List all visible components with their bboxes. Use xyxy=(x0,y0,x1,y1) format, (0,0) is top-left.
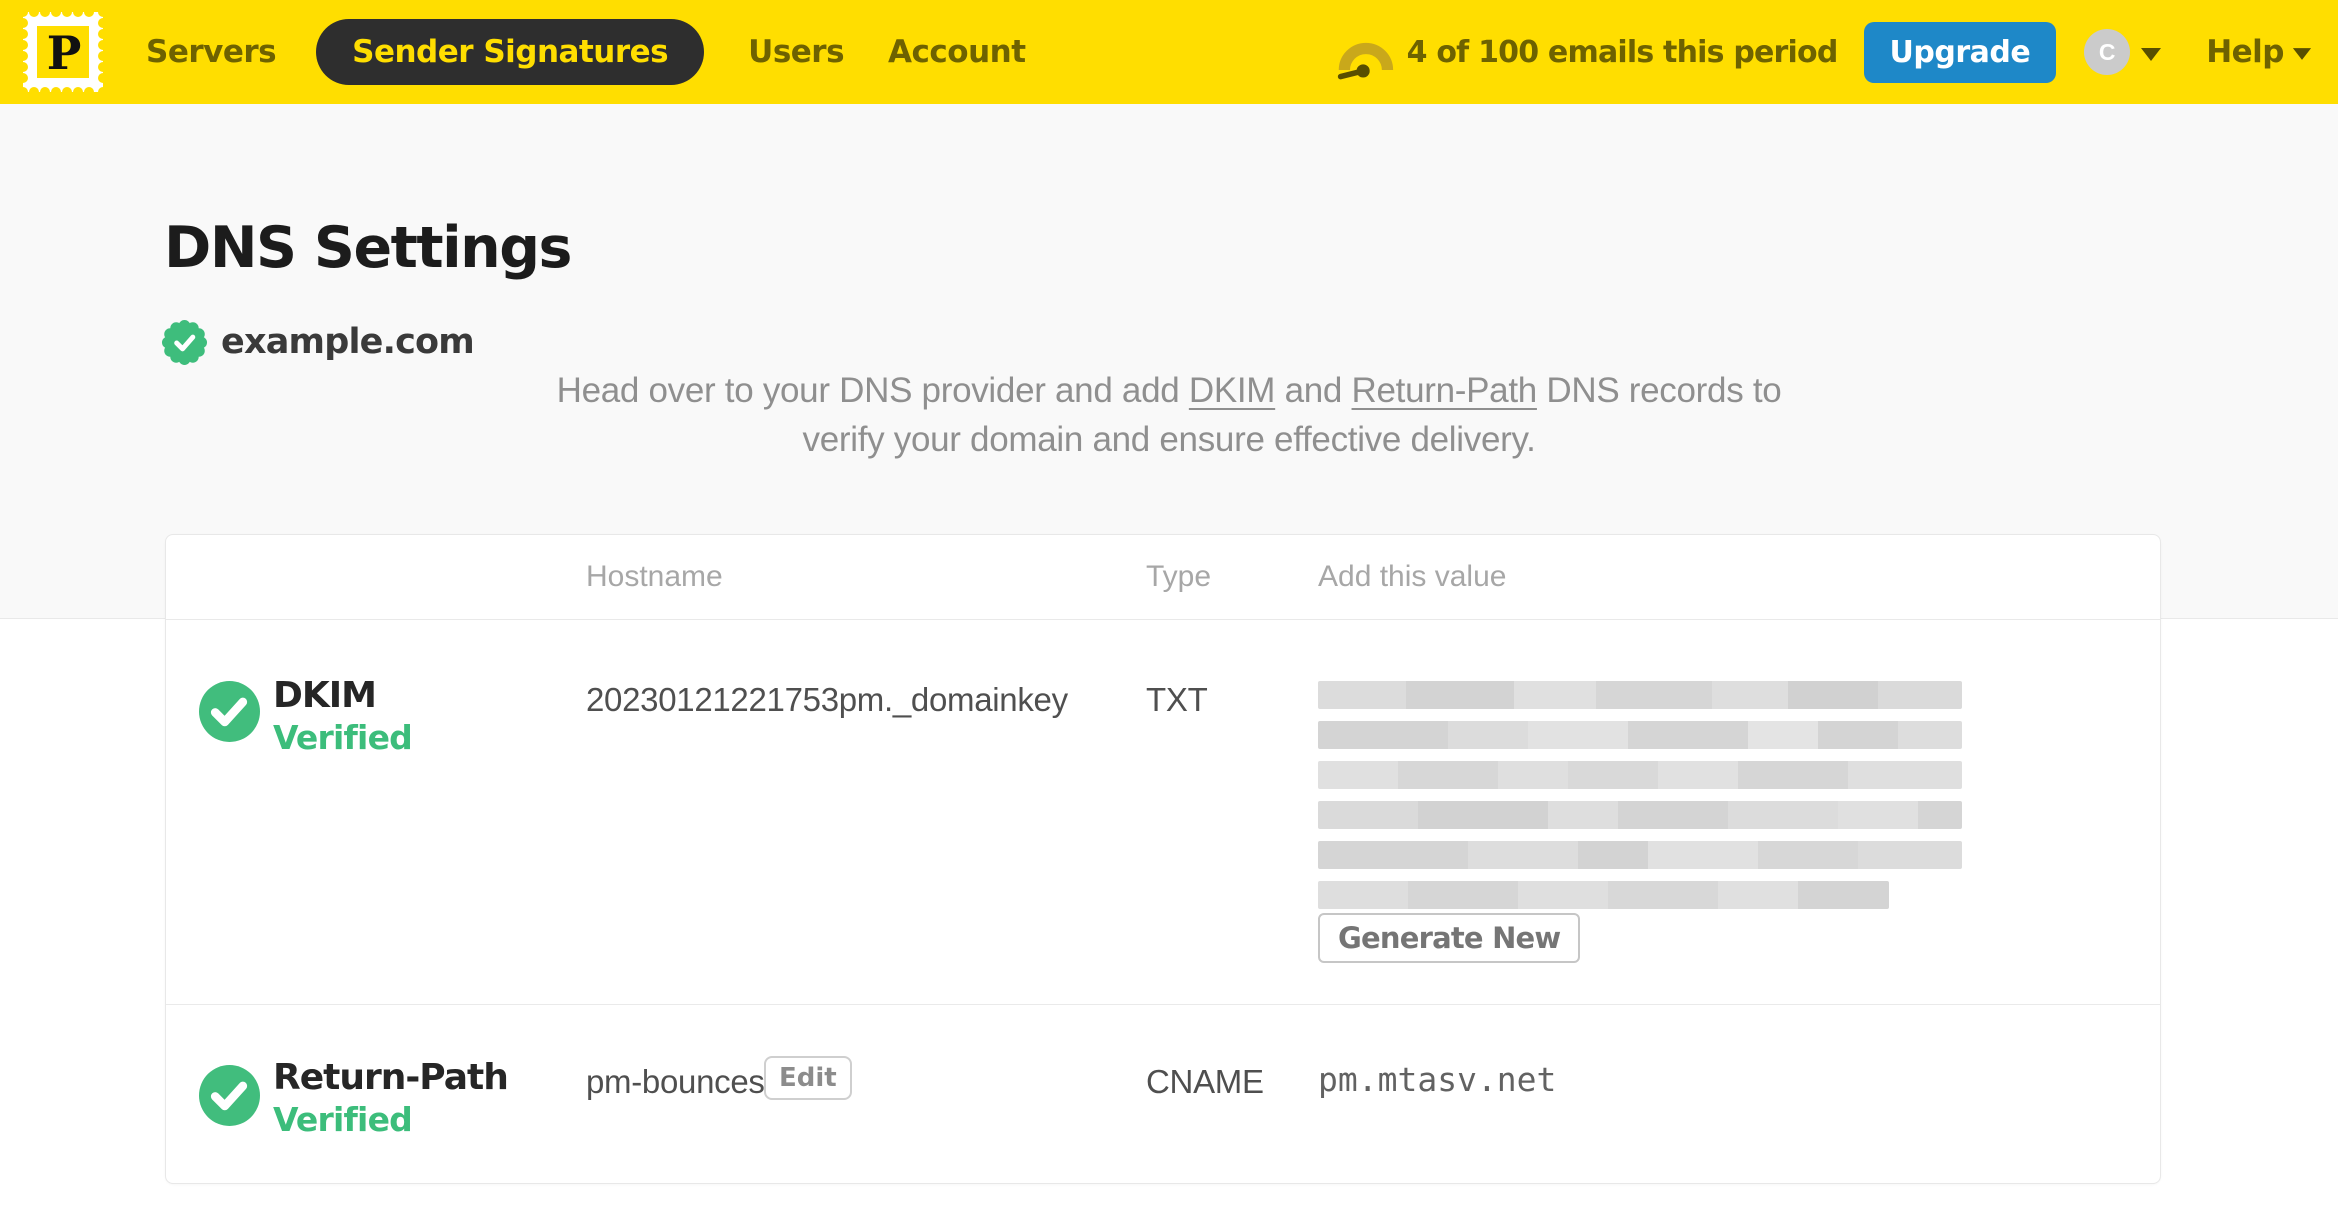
record-name: DKIM xyxy=(273,675,377,716)
nav-item-servers[interactable]: Servers xyxy=(146,34,277,70)
row-divider xyxy=(166,1004,2160,1005)
account-menu[interactable]: C xyxy=(2084,29,2162,75)
top-nav: P Servers Sender Signatures Users Accoun… xyxy=(0,0,2338,104)
redacted-bar xyxy=(1318,841,1962,869)
value-cell: pm.mtasv.net xyxy=(1318,1060,1557,1099)
redacted-bar xyxy=(1318,801,1962,829)
hostname-cell: 20230121221753pm._domainkey xyxy=(586,681,1068,718)
column-header-type: Type xyxy=(1146,560,1212,593)
help-label[interactable]: Help xyxy=(2206,34,2284,70)
check-circle-icon xyxy=(199,681,260,742)
postmark-logo[interactable]: P xyxy=(20,9,106,95)
intro-line2: verify your domain and ensure effective … xyxy=(802,420,1536,459)
intro-part1: Head over to your DNS provider and add xyxy=(556,371,1189,410)
redacted-dkim-value xyxy=(1318,681,1962,921)
header-divider xyxy=(166,619,2160,620)
return-path-link[interactable]: Return-Path xyxy=(1352,371,1538,410)
usage-counter: 4 of 100 emails this period xyxy=(1406,34,1839,70)
page-title: DNS Settings xyxy=(164,215,572,281)
domain-row: example.com xyxy=(161,319,475,366)
main-content: DNS Settings example.com Head over to yo… xyxy=(0,104,2338,1222)
chevron-down-icon xyxy=(2141,47,2162,61)
upgrade-button[interactable]: Upgrade xyxy=(1863,21,2057,83)
edit-button[interactable]: Edit xyxy=(764,1056,852,1100)
chevron-down-icon xyxy=(2292,48,2312,60)
redacted-bar xyxy=(1318,721,1962,749)
check-circle-icon xyxy=(199,1065,260,1126)
record-name: Return-Path xyxy=(273,1057,509,1098)
nav-item-account[interactable]: Account xyxy=(888,34,1026,70)
generate-new-button[interactable]: Generate New xyxy=(1318,913,1581,963)
nav-item-sender-signatures-active[interactable]: Sender Signatures xyxy=(316,19,705,85)
intro-part3: DNS records to xyxy=(1536,371,1782,410)
avatar[interactable]: C xyxy=(2084,29,2131,75)
logo-letter: P xyxy=(47,26,82,80)
redacted-bar xyxy=(1318,761,1962,789)
column-header-add-this-value: Add this value xyxy=(1318,560,1507,593)
verified-badge-icon xyxy=(161,319,208,366)
dkim-link[interactable]: DKIM xyxy=(1189,371,1276,410)
gauge-icon xyxy=(1337,42,1393,80)
dns-records-card: Hostname Type Add this value DKIM Verifi… xyxy=(165,534,2161,1184)
intro-text: Head over to your DNS provider and add D… xyxy=(519,366,1819,464)
redacted-bar xyxy=(1318,881,1889,909)
nav-item-users[interactable]: Users xyxy=(748,34,844,70)
redacted-bar xyxy=(1318,681,1962,709)
status-badge: Verified xyxy=(273,718,413,757)
status-badge: Verified xyxy=(273,1100,413,1139)
hostname-cell: pm-bounces xyxy=(586,1063,765,1100)
column-header-hostname: Hostname xyxy=(586,560,723,593)
intro-part2: and xyxy=(1275,371,1352,410)
help-menu[interactable]: Help xyxy=(2206,34,2312,70)
type-cell: TXT xyxy=(1146,681,1208,718)
domain-name: example.com xyxy=(221,322,475,362)
type-cell: CNAME xyxy=(1146,1063,1264,1100)
